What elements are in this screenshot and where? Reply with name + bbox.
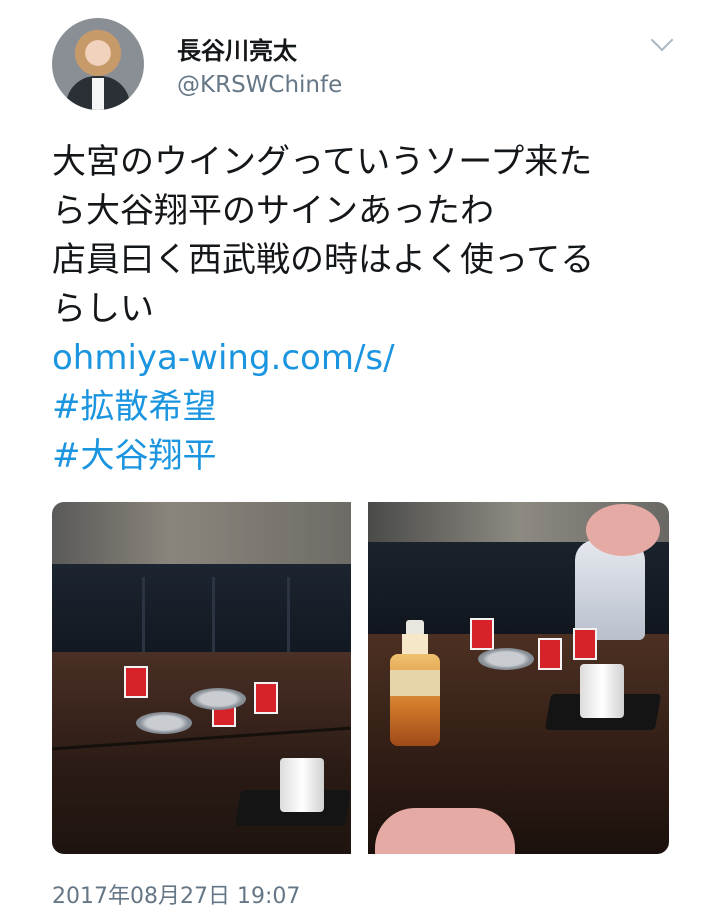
cup [280,758,324,812]
tweet-timestamp[interactable]: 2017年08月27日 19:07 [52,878,300,910]
hashtag-link[interactable]: #大谷翔平 [52,432,682,481]
author-name[interactable]: 長谷川亮太 [177,31,297,66]
tweet-line: 店員曰く西武戦の時はよく使ってる [52,240,595,280]
bottle-neck [402,634,428,656]
avatar[interactable] [52,18,144,110]
sign-card [470,618,494,650]
ashtray [478,648,534,670]
author-handle[interactable]: @KRSWChinfe [177,72,342,98]
hashtag-link[interactable]: #拡散希望 [52,383,682,432]
bottle-label [390,670,440,696]
sofa-seam [287,577,290,657]
ashtray [190,688,246,710]
blurred-face [586,504,660,556]
avatar-shirt [92,78,104,110]
sofa-seam [212,577,215,657]
blurred-region [375,808,515,854]
sign-card [124,666,148,698]
tweet-text: 大宮のウイングっていうソープ来た ら大谷翔平のサインあったわ 店員曰く西武戦の時… [52,138,682,481]
sign-card [538,638,562,670]
cup [580,664,624,718]
ashtray [136,712,192,734]
sign-card [573,628,597,660]
sofa-seam [142,577,145,657]
tweet-line: らしい [52,289,154,329]
bottle-body [390,654,440,746]
tweet-line: ら大谷翔平のサインあったわ [52,191,494,231]
seated-person [575,540,645,640]
tweet-line: 大宮のウイングっていうソープ来た [52,142,593,182]
sign-card [254,682,278,714]
tweet-link[interactable]: ohmiya-wing.com/s/ [52,334,682,383]
chevron-down-icon[interactable] [650,28,674,52]
